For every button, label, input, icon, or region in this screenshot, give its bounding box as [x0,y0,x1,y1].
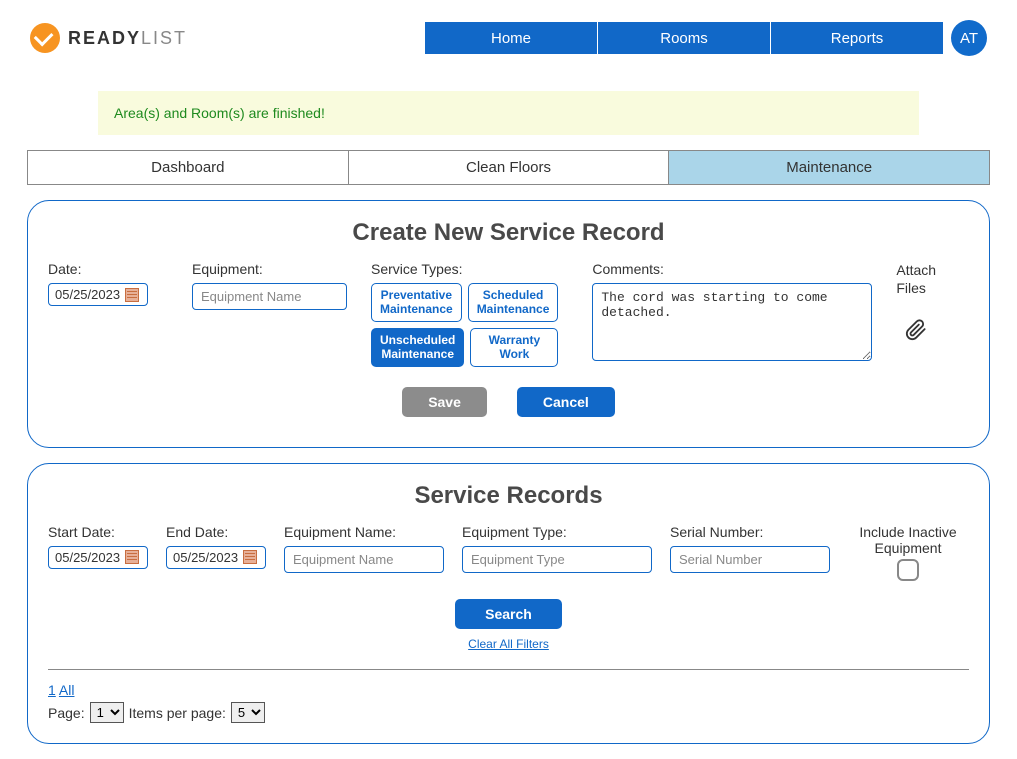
calendar-icon[interactable] [125,550,139,564]
service-type-scheduled[interactable]: ScheduledMaintenance [468,283,559,322]
logo-brand-light: LIST [141,28,187,48]
equip-name-input[interactable] [284,546,444,573]
end-date-label: End Date: [166,524,266,540]
items-per-page-label: Items per page: [129,705,226,721]
service-type-preventative[interactable]: PreventativeMaintenance [371,283,462,322]
search-button[interactable]: Search [455,599,562,629]
equipment-label: Equipment: [192,261,347,277]
tab-maintenance[interactable]: Maintenance [669,150,990,185]
start-date-label: Start Date: [48,524,148,540]
page-label: Page: [48,705,85,721]
finished-notice: Area(s) and Room(s) are finished! [98,91,919,135]
page-link-1[interactable]: 1 [48,682,56,698]
service-types-label: Service Types: [371,261,558,277]
page-select[interactable]: 1 [90,702,124,723]
end-date-input[interactable] [173,550,241,565]
page-links: 1 All [48,682,969,698]
serial-input[interactable] [670,546,830,573]
nav-reports[interactable]: Reports [771,22,943,54]
paperclip-icon[interactable] [905,319,927,347]
service-type-unscheduled[interactable]: UnscheduledMaintenance [371,328,464,367]
end-date-field[interactable] [166,546,266,569]
attach-files-label: AttachFiles [896,261,936,297]
divider [48,669,969,670]
start-date-input[interactable] [55,550,123,565]
logo-text: READYLIST [68,28,187,49]
logo: READYLIST [30,23,187,53]
cancel-button[interactable]: Cancel [517,387,615,417]
avatar[interactable]: AT [951,20,987,56]
serial-label: Serial Number: [670,524,830,540]
create-service-record-panel: Create New Service Record Date: Equipmen… [27,200,990,448]
date-label: Date: [48,261,148,277]
include-inactive-label: Include Inactive Equipment [848,524,968,558]
nav-home[interactable]: Home [425,22,597,54]
date-field[interactable] [48,283,148,306]
top-header: READYLIST Home Rooms Reports AT [0,0,1017,66]
equip-type-input[interactable] [462,546,652,573]
service-type-warranty[interactable]: WarrantyWork [470,328,558,367]
save-button[interactable]: Save [402,387,487,417]
comments-label: Comments: [592,261,872,277]
logo-check-icon [30,23,60,53]
service-records-panel: Service Records Start Date: End Date: Eq… [27,463,990,745]
comments-input[interactable]: The cord was starting to come detached. [592,283,872,361]
tab-clean-floors[interactable]: Clean Floors [349,150,670,185]
equip-name-label: Equipment Name: [284,524,444,540]
date-input[interactable] [55,287,123,302]
create-title: Create New Service Record [48,219,969,247]
nav-rooms[interactable]: Rooms [598,22,770,54]
equipment-input[interactable] [192,283,347,310]
clear-filters-link[interactable]: Clear All Filters [48,637,969,651]
equip-type-label: Equipment Type: [462,524,652,540]
items-per-page-select[interactable]: 5 [231,702,265,723]
tab-dashboard[interactable]: Dashboard [27,150,349,185]
calendar-icon[interactable] [125,288,139,302]
include-inactive-checkbox[interactable] [897,559,919,581]
calendar-icon[interactable] [243,550,257,564]
start-date-field[interactable] [48,546,148,569]
top-nav: Home Rooms Reports [425,22,943,54]
section-tabs: Dashboard Clean Floors Maintenance [27,150,990,185]
page-link-all[interactable]: All [59,682,75,698]
records-title: Service Records [48,482,969,510]
logo-brand-bold: READY [68,28,141,48]
